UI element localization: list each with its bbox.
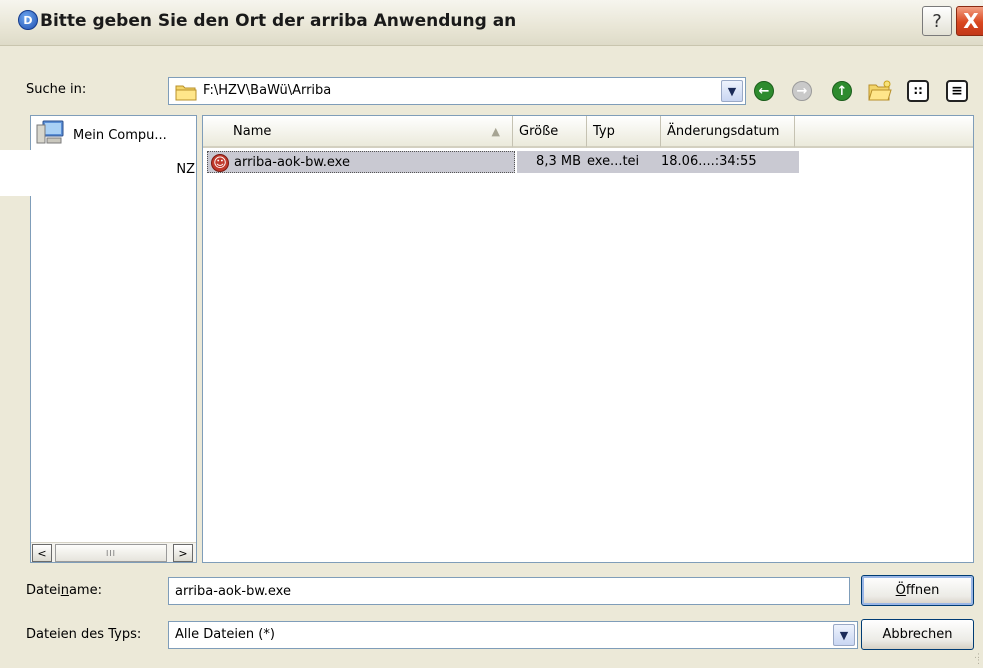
filetype-combo[interactable]: Alle Dateien (*) ▼ <box>168 621 858 649</box>
window-title: Bitte geben Sie den Ort der arriba Anwen… <box>40 11 517 31</box>
column-header-size[interactable]: Größe <box>513 116 587 148</box>
forward-icon[interactable]: → <box>789 78 815 104</box>
filename-label: Dateiname: <box>26 583 102 598</box>
column-header-type[interactable]: Typ <box>587 116 661 148</box>
file-name-cell[interactable]: ☺ arriba-aok-bw.exe <box>207 151 515 173</box>
filetype-value: Alle Dateien (*) <box>175 627 275 642</box>
close-button[interactable]: X <box>956 6 983 36</box>
title-bar: D Bitte geben Sie den Ort der arriba Anw… <box>0 0 983 46</box>
new-folder-icon[interactable] <box>867 78 893 104</box>
file-modified: 18.06....:34:55 <box>661 154 757 169</box>
chevron-down-icon[interactable]: ▼ <box>721 80 743 102</box>
app-icon: D <box>18 10 38 30</box>
filename-field[interactable] <box>168 577 850 605</box>
filetype-label: Dateien des Typs: <box>26 627 142 642</box>
scroll-thumb[interactable]: III <box>55 544 167 562</box>
resize-grip-icon[interactable]: .:: <box>968 652 980 667</box>
file-type: exe...tei <box>587 154 640 169</box>
column-header-name[interactable]: Name ▲ <box>203 116 513 148</box>
open-button[interactable]: Öffnen <box>861 575 974 606</box>
filename-input[interactable] <box>169 578 849 604</box>
sort-ascending-icon: ▲ <box>491 125 500 138</box>
back-icon[interactable]: ← <box>751 78 777 104</box>
folder-icon <box>175 83 197 105</box>
my-computer-icon <box>35 119 65 151</box>
file-size: 8,3 MB <box>536 154 581 169</box>
places-item-label: Mein Compu... <box>73 127 167 143</box>
chevron-down-icon[interactable]: ▼ <box>833 624 855 646</box>
scroll-right-button[interactable]: > <box>173 544 193 562</box>
file-name: arriba-aok-bw.exe <box>234 155 350 170</box>
table-row[interactable]: ☺ arriba-aok-bw.exe 8,3 MB exe...tei 18.… <box>205 150 799 174</box>
scroll-left-button[interactable]: < <box>32 544 52 562</box>
look-in-label: Suche in: <box>26 82 87 97</box>
cancel-button[interactable]: Abbrechen <box>861 619 974 650</box>
overlay-patch <box>0 150 162 196</box>
file-list[interactable]: Name ▲ Größe Typ Änderungsdatum ☺ arriba… <box>202 115 974 563</box>
column-header-filler <box>795 116 973 148</box>
details-view-icon[interactable]: ≡ <box>944 78 970 104</box>
column-header-modified[interactable]: Änderungsdatum <box>661 116 795 148</box>
horizontal-scrollbar[interactable]: < III > <box>31 542 196 562</box>
view-menu-icon[interactable]: ∷ <box>905 78 931 104</box>
places-item-label: NZ <box>176 161 195 177</box>
look-in-combo[interactable]: F:\HZV\BaWü\Arriba ▼ <box>168 77 746 105</box>
look-in-path: F:\HZV\BaWü\Arriba <box>203 83 332 98</box>
places-item-my-computer[interactable]: Mein Compu... <box>35 119 167 151</box>
file-details[interactable]: 8,3 MB exe...tei 18.06....:34:55 <box>517 151 799 173</box>
up-folder-icon[interactable]: ↑ <box>829 78 855 104</box>
smiley-exe-icon: ☺ <box>211 154 229 172</box>
help-button[interactable]: ? <box>922 6 952 36</box>
